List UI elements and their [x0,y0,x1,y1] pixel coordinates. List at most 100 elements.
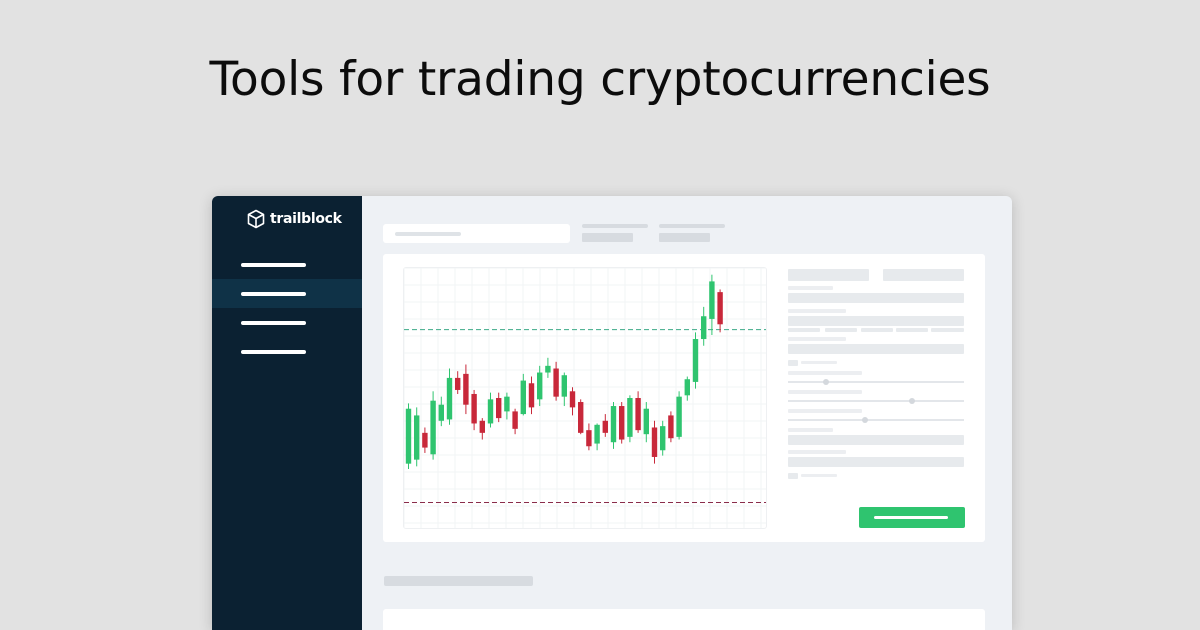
option-checkbox-1[interactable] [788,360,798,366]
candle-body [463,373,469,405]
slider-label-placeholder [788,390,862,394]
slider-track-3[interactable] [788,417,964,423]
candle-body [512,411,518,429]
candle-down [717,289,723,333]
page-headline: Tools for trading cryptocurrencies [209,52,991,107]
take-profit-input[interactable] [788,457,964,467]
submit-order-button[interactable] [859,507,965,528]
total-input[interactable] [788,344,964,354]
order-form [788,268,965,528]
secondary-card [383,609,985,630]
stat-value-placeholder [659,233,710,242]
candle-body [405,408,412,464]
sidebar-item-label-placeholder [241,321,306,325]
slider-label-placeholder [788,371,862,375]
candle-down [553,361,559,401]
field-label-placeholder [788,309,846,313]
candle-body [684,379,690,396]
order-type-tab-1[interactable] [788,269,869,281]
preset-chip-4[interactable] [896,328,928,332]
price-chart[interactable] [403,267,767,529]
slider-track-2[interactable] [788,398,964,404]
candle-body [668,415,674,439]
slider-handle-1[interactable] [823,379,829,385]
slider-track-1[interactable] [788,379,964,385]
candle-body [414,415,420,460]
option-checkbox-2[interactable] [788,473,798,479]
price-input[interactable] [788,316,964,326]
candle-up [504,392,510,420]
candle-up [438,396,444,427]
sidebar: trailblock [212,196,362,630]
candle-body [520,380,526,415]
candle-body [619,406,625,440]
candle-body [479,420,485,433]
candle-up [537,365,543,407]
candle-body [430,400,436,455]
candle-down [479,418,485,440]
preset-chip-2[interactable] [825,328,857,332]
candle-body [627,398,633,437]
candle-up [594,423,600,451]
sidebar-item-2[interactable] [212,279,362,308]
candle-up [627,395,633,443]
logo[interactable]: trailblock [246,209,342,229]
candle-body [676,396,682,437]
sidebar-item-4[interactable] [212,337,362,366]
candle-body [455,377,461,390]
candle-down [422,427,428,453]
preset-chip-5[interactable] [931,328,964,332]
sidebar-item-3[interactable] [212,308,362,337]
candle-down [463,364,469,415]
candlestick-chart [403,267,766,528]
slider-label-placeholder [788,409,862,413]
candle-down [512,408,518,435]
main-panel [362,196,1012,630]
candle-up [692,332,699,389]
logo-text: trailblock [270,211,342,227]
option-label-placeholder [801,474,837,477]
candle-down [619,402,625,444]
candle-body [717,292,723,325]
candle-up [610,402,617,449]
stat-value-placeholder [582,233,633,242]
candle-down [496,392,502,423]
candle-up [660,420,666,456]
sidebar-item-label-placeholder [241,292,306,296]
candle-down [602,414,608,437]
sidebar-item-1[interactable] [212,250,362,279]
candle-body [504,396,510,412]
search-input[interactable] [383,224,570,243]
candle-up [545,357,551,378]
stop-loss-input[interactable] [788,435,964,445]
candle-up [430,391,436,460]
candle-body [643,408,649,435]
candle-down [455,371,461,394]
candle-body [496,398,502,419]
candle-body [561,375,567,397]
cube-outline-icon [247,209,265,229]
candle-body [471,393,477,424]
candle-down [528,376,535,415]
preset-chip-3[interactable] [861,328,893,332]
candle-body [446,377,453,420]
candle-body [553,368,559,397]
candle-body [660,426,666,451]
preset-chip-1[interactable] [788,328,820,332]
amount-input[interactable] [788,293,964,303]
candle-body [602,420,608,433]
candle-up [446,368,453,425]
sidebar-item-label-placeholder [241,350,306,354]
field-label-placeholder [788,337,846,341]
order-type-tab-2[interactable] [883,269,964,281]
candle-up [701,306,707,346]
candle-down [668,411,674,443]
field-label-placeholder [788,428,833,432]
trading-card [383,254,985,542]
candle-up [405,403,412,470]
slider-handle-3[interactable] [862,417,868,423]
app-window: trailblock [212,196,1012,630]
stat-1 [582,224,648,242]
field-label-placeholder [788,286,833,290]
slider-handle-2[interactable] [909,398,915,404]
